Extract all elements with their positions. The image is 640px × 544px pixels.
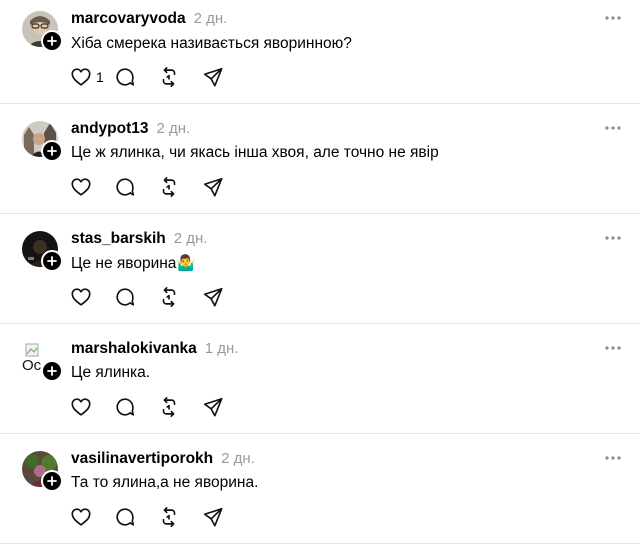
follow-plus-icon[interactable] <box>41 140 63 162</box>
repost-button[interactable] <box>158 505 202 529</box>
reply-button[interactable] <box>114 65 158 89</box>
comment-item: stas_barskih 2 дн. Це не яворина🤷‍♂️ <box>0 214 640 324</box>
username[interactable]: marcovaryvoda <box>71 10 186 28</box>
more-icon[interactable] <box>604 454 622 462</box>
share-icon <box>203 67 223 87</box>
follow-plus-icon[interactable] <box>41 360 63 382</box>
repost-icon <box>162 507 176 527</box>
repost-icon <box>162 177 176 197</box>
like-button[interactable] <box>70 285 114 309</box>
share-button[interactable] <box>202 505 246 529</box>
broken-image-icon <box>25 343 39 357</box>
repost-button[interactable] <box>158 65 202 89</box>
like-button[interactable]: 1 <box>70 65 114 89</box>
repost-button[interactable] <box>158 285 202 309</box>
avatar[interactable] <box>22 121 63 162</box>
heart-icon <box>71 68 91 86</box>
avatar[interactable] <box>22 231 63 272</box>
comment-item: andypot13 2 дн. Це ж ялинка, чи якась ін… <box>0 104 640 214</box>
comment-icon <box>116 508 135 526</box>
username[interactable]: stas_barskih <box>71 230 166 248</box>
share-button[interactable] <box>202 65 246 89</box>
heart-icon <box>71 178 91 196</box>
avatar[interactable]: Oc <box>22 341 63 382</box>
like-button[interactable] <box>70 175 114 199</box>
share-button[interactable] <box>202 395 246 419</box>
repost-icon <box>162 287 176 307</box>
follow-plus-icon[interactable] <box>41 250 63 272</box>
more-icon[interactable] <box>604 344 622 352</box>
comment-icon <box>116 178 135 196</box>
heart-icon <box>71 288 91 306</box>
comment-icon <box>116 68 135 86</box>
reply-button[interactable] <box>114 285 158 309</box>
comment-text: Хіба смерека називається яворинною? <box>71 35 352 52</box>
like-button[interactable] <box>70 505 114 529</box>
avatar[interactable] <box>22 451 63 492</box>
comment-icon <box>116 288 135 306</box>
comment-text: Та то ялина,а не яворина. <box>71 474 259 491</box>
timestamp[interactable]: 1 дн. <box>205 340 239 357</box>
username[interactable]: andypot13 <box>71 120 149 138</box>
comment-item: vasilinavertiporokh 2 дн. Та то ялина,а … <box>0 434 640 544</box>
reply-button[interactable] <box>114 175 158 199</box>
share-button[interactable] <box>202 285 246 309</box>
comment-text: Це ялинка. <box>71 364 151 381</box>
heart-icon <box>71 398 91 416</box>
timestamp[interactable]: 2 дн. <box>174 230 208 247</box>
more-icon[interactable] <box>604 234 622 242</box>
share-icon <box>203 397 223 417</box>
repost-icon <box>162 397 176 417</box>
comment-item: marcovaryvoda 2 дн. Хіба смерека називає… <box>0 0 640 104</box>
repost-button[interactable] <box>158 395 202 419</box>
comment-text: Це ж ялинка, чи якась інша хвоя, але точ… <box>71 144 439 161</box>
follow-plus-icon[interactable] <box>41 30 63 52</box>
comment-icon <box>116 398 135 416</box>
timestamp[interactable]: 2 дн. <box>221 450 255 467</box>
avatar[interactable] <box>22 11 63 52</box>
heart-icon <box>71 508 91 526</box>
comment-item: Oc marshalokivanka 1 дн. Це ялинка. <box>0 324 640 434</box>
more-icon[interactable] <box>604 14 622 22</box>
share-icon <box>203 177 223 197</box>
username[interactable]: marshalokivanka <box>71 340 197 358</box>
username[interactable]: vasilinavertiporokh <box>71 450 213 468</box>
repost-icon <box>162 67 176 87</box>
like-button[interactable] <box>70 395 114 419</box>
follow-plus-icon[interactable] <box>41 470 63 492</box>
repost-button[interactable] <box>158 175 202 199</box>
share-icon <box>203 287 223 307</box>
reply-button[interactable] <box>114 395 158 419</box>
timestamp[interactable]: 2 дн. <box>157 120 191 137</box>
share-button[interactable] <box>202 175 246 199</box>
timestamp[interactable]: 2 дн. <box>194 10 228 27</box>
avatar-alt-text: Oc <box>22 357 42 374</box>
comment-text: Це не яворина🤷‍♂️ <box>71 255 196 272</box>
more-icon[interactable] <box>604 124 622 132</box>
reply-button[interactable] <box>114 505 158 529</box>
share-icon <box>203 507 223 527</box>
like-count: 1 <box>96 69 104 85</box>
